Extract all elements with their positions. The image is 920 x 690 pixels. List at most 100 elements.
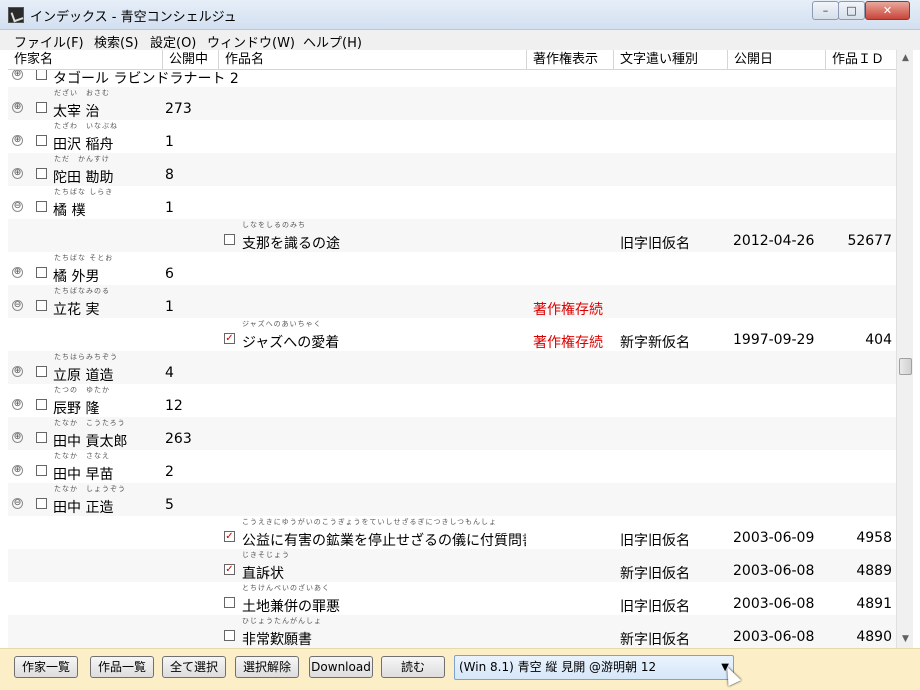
author-row[interactable]: ⊖ たちばなみのる 立花 実 1 著作権存続 [8,285,896,318]
work-row[interactable]: ✓ こうえきにゆうがいのこうぎょうをていしせざるぎにつきしつもんしょ 公益に有害の鉱… [8,516,896,549]
deselect-button[interactable]: 選択解除 [235,656,299,678]
menu-settings[interactable]: 設定(O) [150,32,196,51]
viewer-select[interactable]: (Win 8.1) 青空 縦 見開 @游明朝 12 ▼ [454,655,734,680]
published-count: 5 [165,497,174,513]
work-row[interactable]: しなをしるのみち 支那を識るの途 旧字旧仮名 2012-04-26 52677 [8,219,896,252]
column-kana-type[interactable]: 文字遣い種別 [614,50,728,69]
collapse-icon[interactable]: ⊖ [12,498,23,509]
kana-type: 新字旧仮名 [620,566,690,582]
work-checkbox[interactable]: ✓ [224,333,235,344]
title-bar[interactable]: インデックス - 青空コンシェルジュ – □ ✕ [0,0,920,30]
author-row[interactable]: ⊖ たなか しょうぞう 田中 正造 5 [8,483,896,516]
author-checkbox[interactable] [36,366,47,377]
publish-date: 2003-06-08 [733,563,815,579]
author-checkbox[interactable] [36,300,47,311]
work-title[interactable]: ジャズへの愛着 [242,332,339,351]
author-checkbox[interactable] [36,70,47,80]
work-checkbox[interactable] [224,597,235,608]
app-icon [8,7,24,23]
expand-icon[interactable]: ⊕ [12,366,23,377]
scroll-up-icon[interactable]: ▲ [897,50,914,67]
read-button[interactable]: 読む [381,656,445,678]
column-copyright[interactable]: 著作権表示 [527,50,614,69]
expand-icon[interactable]: ⊕ [12,399,23,410]
work-row[interactable]: ✓ じきそじょう 直訴状 新字旧仮名 2003-06-08 4889 [8,549,896,582]
expand-icon[interactable]: ⊕ [12,168,23,179]
author-list-button[interactable]: 作家一覧 [14,656,78,678]
author-row[interactable]: ⊕ たちばな そとお橘 外男 6 [8,252,896,285]
author-row[interactable]: ⊕ たちはらみちぞう 立原 道造 4 [8,351,896,384]
column-publish-date[interactable]: 公開日 [728,50,826,69]
select-all-button[interactable]: 全て選択 [162,656,226,678]
work-title[interactable]: 直訴状 [242,563,284,582]
work-checkbox[interactable] [224,630,235,641]
author-row[interactable]: ⊕ たなか こうたろう 田中 貢太郎 263 [8,417,896,450]
work-title[interactable]: 非常歎願書 [242,629,312,648]
published-count: 263 [165,431,192,447]
work-title[interactable]: 支那を識るの途 [242,233,340,252]
author-name: 田中 早苗 [53,467,114,483]
author-checkbox[interactable] [36,498,47,509]
author-checkbox[interactable] [36,168,47,179]
author-row[interactable]: ⊖ たちばな しらき橘 樸 1 [8,186,896,219]
expand-icon[interactable]: ⊕ [12,102,23,113]
work-id: 4958 [856,530,892,546]
work-checkbox[interactable]: ✓ [224,531,235,542]
work-ruby: ジャズへのあいちゃく [242,320,322,328]
expand-icon[interactable]: ⊕ [12,267,23,278]
scroll-thumb[interactable] [899,358,912,375]
work-row[interactable]: とちけんぺいのざいあく 土地兼併の罪悪 旧字旧仮名 2003-06-08 4891 [8,582,896,615]
published-count: 6 [165,266,174,282]
kana-type: 旧字旧仮名 [620,599,690,615]
collapse-icon[interactable]: ⊖ [12,300,23,311]
author-checkbox[interactable] [36,465,47,476]
author-row[interactable]: ⊕ たつの ゆたか 辰野 隆 12 [8,384,896,417]
scroll-down-icon[interactable]: ▼ [897,631,914,648]
work-title[interactable]: 土地兼併の罪悪 [242,596,340,615]
work-checkbox[interactable]: ✓ [224,564,235,575]
download-button[interactable]: Download [309,656,373,678]
author-name: タゴール ラビンドラナート 2 [53,71,239,87]
author-checkbox[interactable] [36,102,47,113]
expand-icon[interactable]: ⊕ [12,135,23,146]
work-checkbox[interactable] [224,234,235,245]
author-ruby: たちばなみのる [54,287,110,295]
author-row[interactable]: ⊕ だざい おさむ 太宰 治 273 [8,87,896,120]
author-row[interactable]: ⊕ ただ かんすけ 陀田 勘助 8 [8,153,896,186]
author-name: 立花 実 [53,302,100,318]
menu-help[interactable]: ヘルプ(H) [303,32,362,51]
close-button[interactable]: ✕ [865,1,910,20]
expand-icon[interactable]: ⊕ [12,465,23,476]
expand-icon[interactable]: ⊕ [12,70,23,80]
work-row[interactable]: ひじょうたんがんしょ 非常歎願書 新字旧仮名 2003-06-08 4890 [8,615,896,648]
author-checkbox[interactable] [36,135,47,146]
column-author[interactable]: 作家名 [8,50,163,69]
author-row[interactable]: ⊕ タゴール ラビンドラナート 2 [8,70,896,87]
vertical-scrollbar[interactable]: ▲ ▼ [896,50,913,648]
author-row[interactable]: ⊕ たなか さなえ 田中 早苗 2 [8,450,896,483]
author-ruby: たちばな そとお [54,254,114,262]
expand-icon[interactable]: ⊕ [12,432,23,443]
minimize-button[interactable]: – [812,1,839,20]
work-list-button[interactable]: 作品一覧 [90,656,154,678]
column-work-title[interactable]: 作品名 [219,50,527,69]
author-name: 太宰 治 [53,104,100,120]
kana-type: 旧字旧仮名 [620,533,690,549]
menu-search[interactable]: 検索(S) [94,32,138,51]
author-checkbox[interactable] [36,399,47,410]
author-row[interactable]: ⊕ たざわ いなぶね 田沢 稲舟 1 [8,120,896,153]
column-published-count[interactable]: 公開中 [163,50,219,69]
author-checkbox[interactable] [36,267,47,278]
author-checkbox[interactable] [36,432,47,443]
column-work-id[interactable]: 作品ＩＤ [826,50,896,69]
collapse-icon[interactable]: ⊖ [12,201,23,212]
work-title[interactable]: 公益に有害の鉱業を停止せざるの儀に付質問書 [242,530,526,549]
menu-window[interactable]: ウィンドウ(W) [207,32,295,51]
author-checkbox[interactable] [36,201,47,212]
work-list[interactable]: ⊕ タゴール ラビンドラナート 2 ⊕ だざい おさむ 太宰 治 273 ⊕ たざわ いなぶね… [8,70,896,648]
work-row[interactable]: ✓ ジャズへのあいちゃく ジャズへの愛着 著作権存続 新字新仮名 1997-09-29 40… [8,318,896,351]
maximize-button[interactable]: □ [838,1,865,20]
author-name: 田沢 稲舟 [53,137,114,153]
viewer-select-value: (Win 8.1) 青空 縦 見開 @游明朝 12 [459,660,657,674]
menu-file[interactable]: ファイル(F) [14,32,84,51]
